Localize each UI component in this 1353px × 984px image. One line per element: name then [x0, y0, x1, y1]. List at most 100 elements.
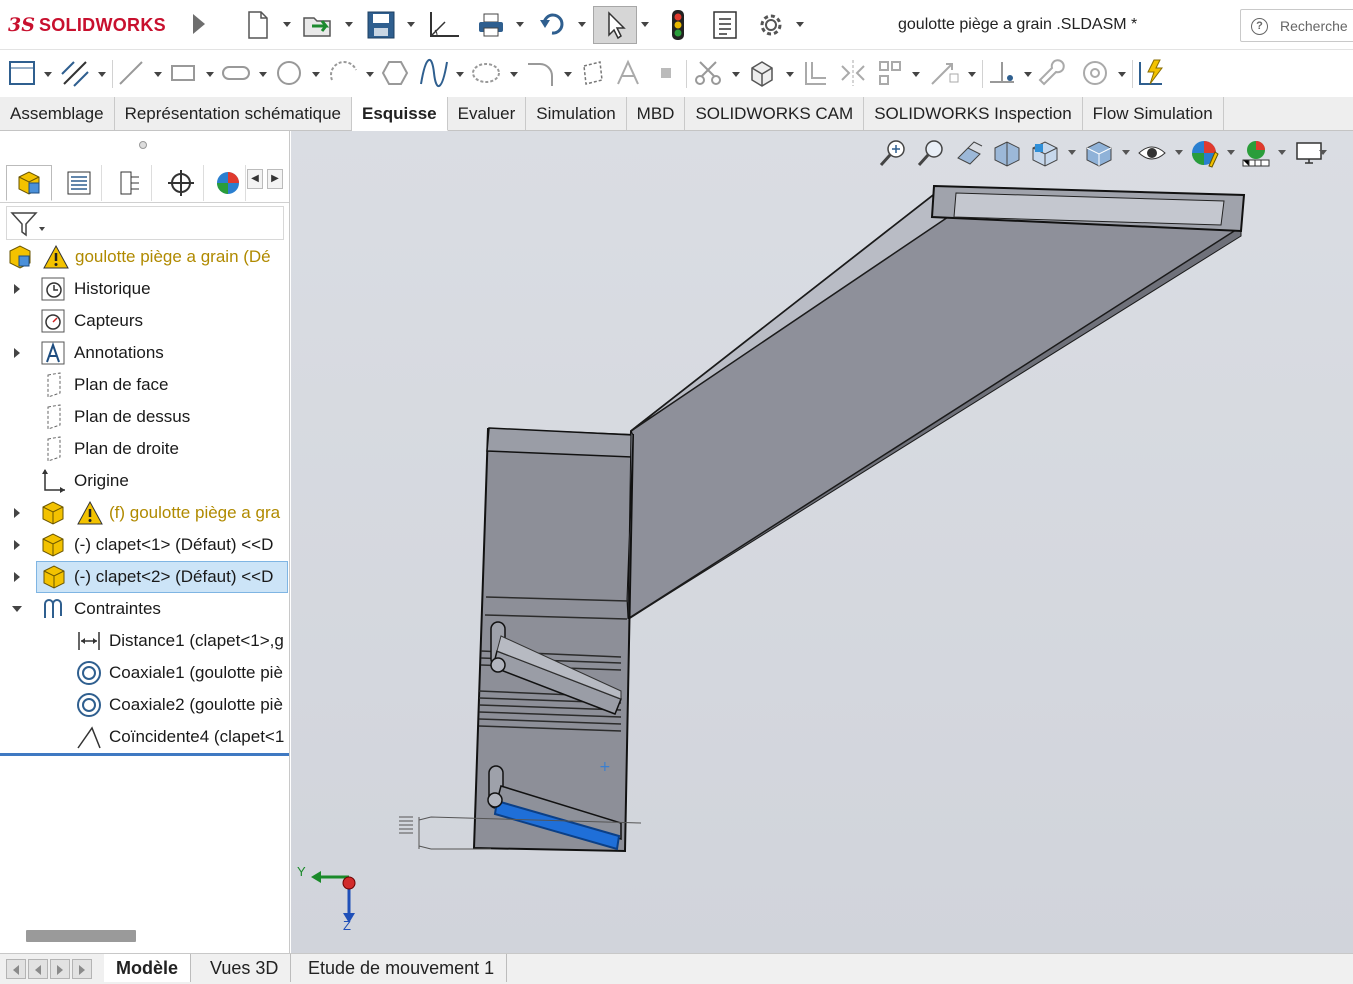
expand-arrow-icon[interactable] — [14, 348, 20, 358]
spline-dropdown-icon[interactable] — [456, 72, 464, 77]
menu-expand-arrow-icon[interactable] — [193, 14, 205, 34]
tab-solidworks-inspection[interactable]: SOLIDWORKS Inspection — [864, 97, 1083, 130]
save-button[interactable] — [364, 6, 398, 44]
text-button[interactable] — [614, 58, 644, 88]
help-icon[interactable]: ? — [1251, 18, 1268, 35]
file-properties-button[interactable] — [708, 6, 742, 44]
panel-grip-handle[interactable] — [139, 141, 147, 149]
ellipse-dropdown-icon[interactable] — [510, 72, 518, 77]
rebuild-button[interactable] — [664, 6, 692, 44]
move-dropdown-icon[interactable] — [968, 72, 976, 77]
expand-arrow-icon[interactable] — [14, 572, 20, 582]
tree-item-origine[interactable]: Origine — [0, 465, 289, 497]
tree-item-plan-de-face[interactable]: Plan de face — [0, 369, 289, 401]
tab-esquisse[interactable]: Esquisse — [351, 97, 448, 131]
print-button[interactable] — [474, 6, 508, 44]
convert-dropdown-icon[interactable] — [786, 72, 794, 77]
select-button[interactable] — [593, 6, 637, 44]
dimxpert-manager-tab[interactable] — [158, 165, 204, 201]
tree-item-clapet-2[interactable]: (-) clapet<2> (Défaut) <<D — [36, 561, 288, 593]
sketch-dropdown-icon[interactable] — [44, 72, 52, 77]
new-dropdown-icon[interactable] — [283, 22, 291, 27]
tree-item-annotations[interactable]: Annotations — [0, 337, 289, 369]
tree-item-clapet-1[interactable]: (-) clapet<1> (Défaut) <<D — [0, 529, 289, 561]
trim-button[interactable] — [692, 58, 728, 88]
circle-button[interactable] — [274, 58, 308, 88]
rollback-bar[interactable] — [0, 753, 289, 756]
display-relations-button[interactable] — [986, 58, 1022, 88]
repair-sketch-button[interactable] — [1038, 58, 1072, 88]
quick-snaps-button[interactable] — [1080, 58, 1114, 88]
expand-arrow-icon[interactable] — [14, 284, 20, 294]
offset-button[interactable] — [800, 58, 834, 88]
tree-filter-box[interactable] — [6, 206, 284, 240]
feature-manager-tab[interactable] — [6, 165, 52, 201]
fillet-dropdown-icon[interactable] — [564, 72, 572, 77]
search-box[interactable]: ? Recherche — [1240, 9, 1353, 42]
tree-item-historique[interactable]: Historique — [0, 273, 289, 305]
convert-entities-button[interactable] — [746, 58, 782, 88]
linear-pattern-button[interactable] — [876, 58, 908, 88]
tree-item-plan-de-droite[interactable]: Plan de droite — [0, 433, 289, 465]
tree-item-goulotte-part[interactable]: (f) goulotte piège a gra — [0, 497, 289, 529]
next-tab-button[interactable] — [50, 959, 70, 979]
undo-dropdown-icon[interactable] — [578, 22, 586, 27]
new-document-button[interactable] — [242, 6, 272, 44]
slot-dropdown-icon[interactable] — [259, 72, 267, 77]
slot-button[interactable] — [220, 58, 256, 88]
tree-item-distance1[interactable]: Distance1 (clapet<1>,g — [0, 625, 289, 657]
mirror-button[interactable] — [838, 58, 872, 88]
tree-item-contraintes[interactable]: Contraintes — [0, 593, 289, 625]
expand-arrow-icon[interactable] — [14, 508, 20, 518]
relations-dropdown-icon[interactable] — [1024, 72, 1032, 77]
chute-inclined-body[interactable] — [626, 187, 1242, 621]
rectangle-dropdown-icon[interactable] — [206, 72, 214, 77]
panel-horizontal-scrollbar[interactable] — [26, 930, 136, 942]
trim-dropdown-icon[interactable] — [732, 72, 740, 77]
dimension-dropdown-icon[interactable] — [98, 72, 106, 77]
line-dropdown-icon[interactable] — [154, 72, 162, 77]
fillet-button[interactable] — [524, 58, 560, 88]
tree-item-capteurs[interactable]: Capteurs — [0, 305, 289, 337]
first-tab-button[interactable] — [6, 959, 26, 979]
tab-representation-schematique[interactable]: Représentation schématique — [115, 97, 352, 130]
rectangle-button[interactable] — [168, 58, 202, 88]
undo-button[interactable] — [536, 6, 568, 44]
line-button[interactable] — [116, 58, 152, 88]
assembly-3d-model[interactable]: + — [291, 131, 1353, 953]
point-button[interactable] — [656, 58, 680, 88]
tabs-scroll-left-button[interactable]: ◀ — [247, 169, 263, 189]
pattern-dropdown-icon[interactable] — [912, 72, 920, 77]
tab-evaluer[interactable]: Evaluer — [448, 97, 527, 130]
expand-arrow-icon[interactable] — [14, 540, 20, 550]
save-dropdown-icon[interactable] — [407, 22, 415, 27]
tab-mbd[interactable]: MBD — [627, 97, 686, 130]
polygon-button[interactable] — [380, 58, 414, 88]
options-dropdown-icon[interactable] — [796, 22, 804, 27]
tab-modele[interactable]: Modèle — [104, 954, 192, 982]
tab-etude-de-mouvement-1[interactable]: Etude de mouvement 1 — [296, 954, 508, 982]
tree-root-assembly[interactable]: goulotte piège a grain (Dé — [0, 241, 289, 273]
ellipse-button[interactable] — [470, 58, 506, 88]
tree-item-coaxiale1[interactable]: Coaxiale1 (goulotte piè — [0, 657, 289, 689]
property-manager-tab[interactable] — [56, 165, 102, 201]
select-dropdown-icon[interactable] — [641, 22, 649, 27]
sketch-button[interactable] — [6, 58, 42, 88]
tree-item-coaxiale2[interactable]: Coaxiale2 (goulotte piè — [0, 689, 289, 721]
smart-dimension-button[interactable] — [60, 58, 96, 88]
tab-vues-3d[interactable]: Vues 3D — [198, 954, 292, 982]
print-preview-button[interactable] — [426, 6, 462, 44]
arc-dropdown-icon[interactable] — [366, 72, 374, 77]
print-dropdown-icon[interactable] — [516, 22, 524, 27]
options-button[interactable] — [754, 6, 788, 44]
graphics-area[interactable]: + Y Z — [291, 131, 1353, 953]
rapid-sketch-button[interactable] — [1136, 58, 1170, 88]
tab-solidworks-cam[interactable]: SOLIDWORKS CAM — [685, 97, 865, 130]
circle-dropdown-icon[interactable] — [312, 72, 320, 77]
tree-item-coincidente4[interactable]: Coïncidente4 (clapet<1 — [0, 721, 289, 753]
tree-item-plan-de-dessus[interactable]: Plan de dessus — [0, 401, 289, 433]
previous-tab-button[interactable] — [28, 959, 48, 979]
configuration-manager-tab[interactable] — [106, 165, 152, 201]
open-dropdown-icon[interactable] — [345, 22, 353, 27]
display-manager-tab[interactable] — [210, 165, 246, 201]
